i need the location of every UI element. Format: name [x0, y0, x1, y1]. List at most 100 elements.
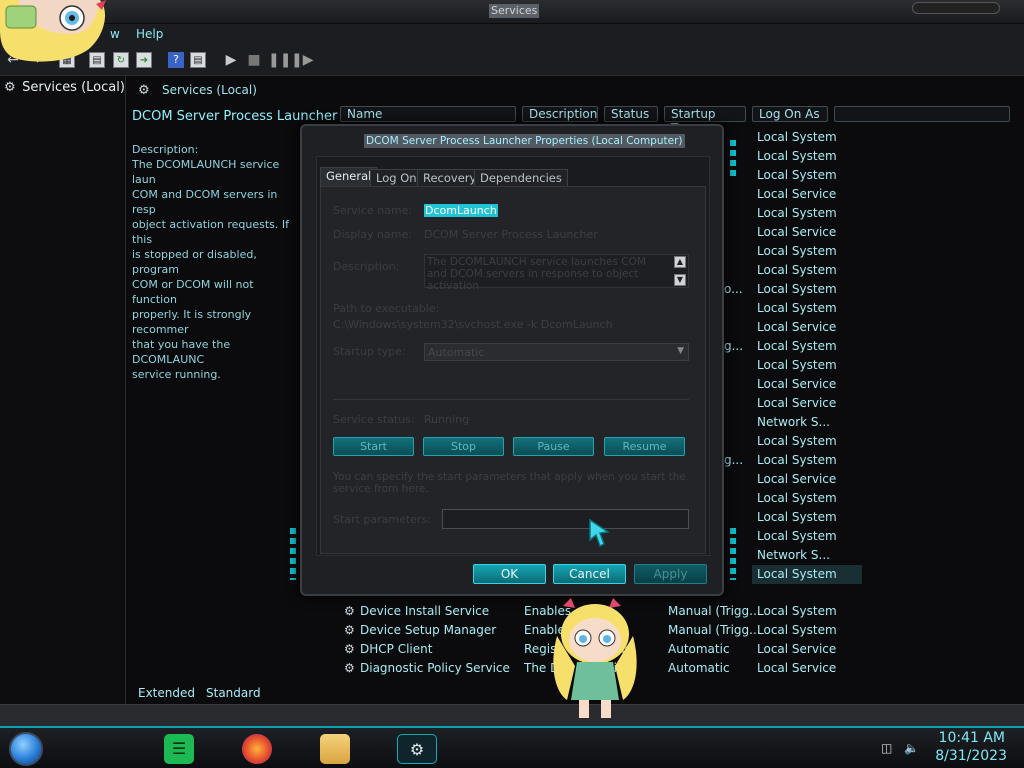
- taskbar: ☰ ⚙ ◫ 🔈 10:41 AM 8/31/2023: [0, 726, 1024, 768]
- startup-type-cell: [724, 508, 744, 527]
- cancel-button[interactable]: Cancel: [553, 564, 626, 584]
- pause-icon[interactable]: ❚❚: [268, 52, 291, 68]
- tab-general[interactable]: General: [320, 167, 378, 186]
- service-status-label: Service status:: [333, 413, 415, 426]
- side-glow: [730, 140, 736, 178]
- logon-column: Local System Local System Local System Loca…: [752, 128, 862, 584]
- description-value: The DCOMLAUNCH service launches COM and …: [427, 256, 646, 292]
- logon-cell[interactable]: Local System: [752, 242, 862, 261]
- resume-button[interactable]: Resume: [604, 437, 685, 456]
- startup-type-cell: g...: [724, 339, 744, 353]
- cell-name: Diagnostic Policy Service: [360, 661, 510, 675]
- cell-logon: Local Service: [757, 661, 837, 675]
- startup-type-cell: o...: [724, 282, 743, 296]
- scroll-up-icon[interactable]: ▲: [674, 256, 686, 268]
- logon-cell[interactable]: Local Service: [752, 470, 862, 489]
- scroll-down-icon[interactable]: ▼: [674, 274, 686, 286]
- logon-cell[interactable]: Local System: [752, 451, 862, 470]
- play-icon[interactable]: ▶: [223, 52, 239, 68]
- description-label: Description:: [333, 260, 400, 273]
- logon-cell[interactable]: Local System: [752, 166, 862, 185]
- stop-button[interactable]: Stop: [423, 437, 504, 456]
- cell-name: Device Setup Manager: [360, 623, 497, 637]
- mouse-cursor-icon: [589, 518, 611, 548]
- desc-line: Description:: [132, 143, 199, 156]
- network-icon[interactable]: ◫: [881, 741, 892, 755]
- restart-icon[interactable]: ❚▶: [291, 52, 314, 68]
- window-controls[interactable]: [912, 2, 1000, 14]
- mascot-sticker-top: [0, 0, 106, 62]
- logon-cell[interactable]: Local System: [752, 356, 862, 375]
- export-list-icon[interactable]: ➜: [136, 52, 152, 68]
- startup-type-select[interactable]: Automatic ▼: [424, 343, 689, 361]
- start-parameters-input[interactable]: [442, 509, 689, 529]
- logon-cell[interactable]: Local System: [752, 299, 862, 318]
- file-explorer-icon[interactable]: [320, 734, 350, 764]
- startup-type-cell: [724, 394, 744, 413]
- clock-date[interactable]: 8/31/2023: [935, 748, 1007, 764]
- logon-cell[interactable]: Local System: [752, 280, 862, 299]
- logon-cell[interactable]: Local Service: [752, 185, 862, 204]
- tab-dependencies[interactable]: Dependencies: [474, 169, 568, 186]
- spotify-icon[interactable]: ☰: [164, 734, 194, 764]
- ok-button[interactable]: OK: [473, 564, 546, 584]
- start-button[interactable]: [9, 732, 43, 766]
- logon-cell[interactable]: Network S...: [752, 546, 862, 565]
- tab-standard[interactable]: Standard: [206, 686, 261, 700]
- logon-cell[interactable]: Local System: [752, 527, 862, 546]
- column-header-blank: [834, 106, 1010, 122]
- tree-item-label: Services (Local): [22, 80, 125, 95]
- console-view-icon[interactable]: ▤: [190, 52, 206, 68]
- logon-cell[interactable]: Local System: [752, 565, 862, 584]
- desc-line: The DCOMLAUNCH service laun: [132, 158, 280, 186]
- logon-cell[interactable]: Network S...: [752, 413, 862, 432]
- tab-recovery[interactable]: Recovery: [417, 169, 483, 186]
- table-row[interactable]: ⚙ Device Setup Manager Enable Manual (Trigg…: [340, 621, 960, 640]
- desc-line: properly. It is strongly recommer: [132, 308, 252, 336]
- column-header-name[interactable]: Name: [340, 106, 516, 122]
- logon-cell[interactable]: Local Service: [752, 375, 862, 394]
- description-box[interactable]: The DCOMLAUNCH service launches COM and …: [424, 254, 689, 292]
- table-row[interactable]: ⚙DHCP ClientRegistningAutomaticLocal Ser…: [340, 640, 960, 659]
- service-rows: ⚙ Device Install Service Enables Manual (Tr…: [340, 602, 960, 678]
- tab-extended[interactable]: Extended: [138, 686, 195, 700]
- column-header-log-on-as[interactable]: Log On As: [752, 106, 828, 122]
- services-gear-icon[interactable]: ⚙: [397, 734, 437, 764]
- column-header-startup-type[interactable]: Startup Type: [664, 106, 746, 135]
- startup-type-cell: [724, 318, 744, 337]
- logon-cell[interactable]: Local Service: [752, 394, 862, 413]
- logon-cell[interactable]: Local Service: [752, 223, 862, 242]
- cell-logon: Local System: [757, 604, 837, 618]
- apply-button[interactable]: Apply: [634, 564, 707, 584]
- startup-type-cell: [724, 375, 744, 394]
- startup-type-cell: [724, 470, 744, 489]
- stop-icon[interactable]: ■: [246, 52, 262, 68]
- table-row[interactable]: ⚙ Device Install Service Enables Manual (Tr…: [340, 602, 960, 621]
- logon-cell[interactable]: Local System: [752, 204, 862, 223]
- logon-cell[interactable]: Local Service: [752, 318, 862, 337]
- start-button[interactable]: Start: [333, 437, 414, 456]
- logon-cell[interactable]: Local System: [752, 261, 862, 280]
- logon-cell[interactable]: Local System: [752, 489, 862, 508]
- logon-cell[interactable]: Local System: [752, 128, 862, 147]
- pause-button[interactable]: Pause: [513, 437, 594, 456]
- logon-cell[interactable]: Local System: [752, 337, 862, 356]
- gear-icon: ⚙: [138, 83, 150, 98]
- table-row[interactable]: ⚙Diagnostic Policy ServiceThe DningAutom…: [340, 659, 960, 678]
- tab-log-on[interactable]: Log On: [370, 169, 423, 186]
- service-name-value[interactable]: DcomLaunch: [424, 204, 498, 217]
- logon-cell[interactable]: Local System: [752, 508, 862, 527]
- toolbar: ← → ▦ ▤ ↻ ➜ ? ▤ ▶ ■ ❚❚ ❚▶: [0, 46, 1024, 76]
- firefox-icon[interactable]: [242, 734, 272, 764]
- logon-cell[interactable]: Local System: [752, 432, 862, 451]
- help-icon[interactable]: ?: [168, 52, 184, 68]
- logon-cell[interactable]: Local System: [752, 147, 862, 166]
- column-header-status[interactable]: Status: [604, 106, 658, 122]
- tree-item-services-local[interactable]: ⚙ Services (Local): [4, 80, 125, 95]
- menu-help[interactable]: Help: [136, 27, 163, 41]
- gear-icon: ⚙: [4, 80, 16, 95]
- clock-time[interactable]: 10:41 AM: [939, 730, 1005, 746]
- column-header-description[interactable]: Description: [522, 106, 598, 122]
- start-parameters-hint: You can specify the start parameters tha…: [333, 471, 686, 495]
- volume-icon[interactable]: 🔈: [904, 741, 919, 755]
